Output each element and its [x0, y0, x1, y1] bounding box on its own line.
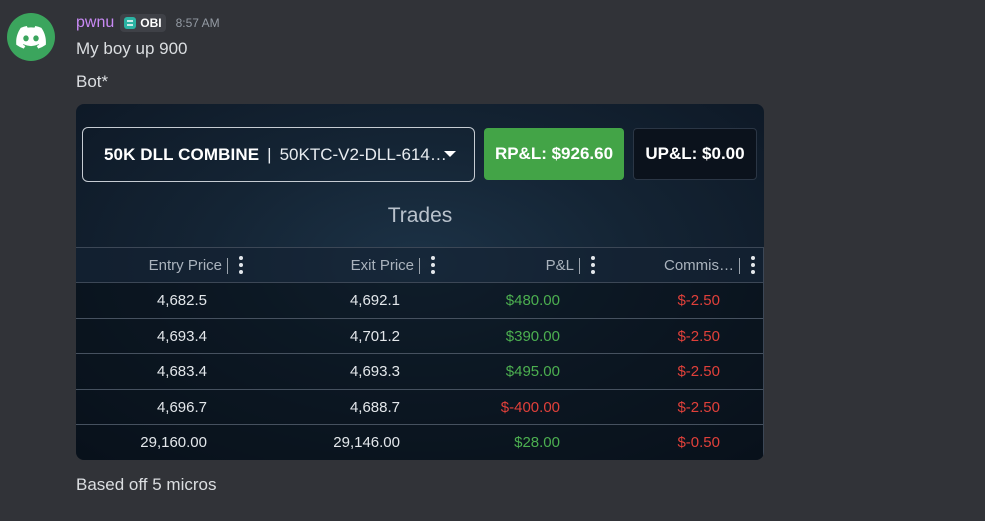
pnl-value: $-400.00: [500, 398, 560, 416]
column-divider[interactable]: [578, 258, 580, 274]
message-line: Based off 5 micros: [76, 475, 217, 494]
column-label: P&L: [545, 257, 574, 274]
column-header-commission[interactable]: Commis…: [608, 248, 764, 283]
account-selector[interactable]: 50K DLL COMBINE | 50KTC-V2-DLL-614…: [82, 127, 475, 182]
entry-price: 29,160.00: [140, 434, 207, 451]
timestamp: 8:57 AM: [175, 16, 220, 30]
table-row[interactable]: 4,683.4 4,693.3 $495.00 $-2.50: [76, 354, 763, 390]
trades-table: Entry Price Exit Price P&L Commis… 4,682…: [76, 247, 763, 460]
column-divider[interactable]: [738, 258, 740, 274]
unrealized-pnl-button[interactable]: UP&L: $0.00: [633, 128, 757, 180]
pnl-value: $480.00: [505, 292, 560, 309]
account-name: 50K DLL COMBINE: [104, 144, 260, 164]
avatar[interactable]: [7, 13, 55, 61]
column-label: Entry Price: [148, 257, 222, 274]
column-header-pnl[interactable]: P&L: [448, 248, 608, 283]
exit-price: 4,692.1: [349, 292, 400, 309]
entry-price: 4,682.5: [156, 292, 207, 309]
commission-value: $-2.50: [677, 292, 720, 309]
exit-price: 4,701.2: [349, 327, 400, 345]
commission-value: $-2.50: [677, 398, 720, 416]
entry-price: 4,683.4: [156, 363, 207, 380]
column-header-exit-price[interactable]: Exit Price: [256, 248, 448, 283]
column-header-entry-price[interactable]: Entry Price: [76, 248, 256, 283]
commission-value: $-2.50: [677, 327, 720, 345]
entry-price: 4,696.7: [156, 398, 207, 416]
column-menu-icon[interactable]: [239, 256, 243, 276]
commission-value: $-2.50: [677, 363, 720, 380]
server-tag[interactable]: OBI: [120, 14, 166, 32]
exit-price: 29,146.00: [333, 434, 400, 451]
table-row[interactable]: 4,682.5 4,692.1 $480.00 $-2.50: [76, 283, 763, 319]
exit-price: 4,693.3: [349, 363, 400, 380]
commission-value: $-0.50: [677, 434, 720, 451]
trades-screenshot[interactable]: 50K DLL COMBINE | 50KTC-V2-DLL-614… RP&L…: [76, 104, 764, 460]
column-label: Exit Price: [350, 257, 414, 274]
message-line: My boy up 900: [76, 39, 188, 58]
column-menu-icon[interactable]: [751, 256, 755, 276]
entry-price: 4,693.4: [156, 327, 207, 345]
exit-price: 4,688.7: [349, 398, 400, 416]
realized-pnl-button[interactable]: RP&L: $926.60: [484, 128, 624, 180]
discord-logo-icon: [16, 25, 46, 49]
username[interactable]: pwnu: [76, 14, 114, 32]
message-line: Bot*: [76, 72, 109, 91]
column-menu-icon[interactable]: [431, 256, 435, 276]
table-row[interactable]: 29,160.00 29,146.00 $28.00 $-0.50: [76, 425, 763, 460]
account-id: 50KTC-V2-DLL-614…: [279, 144, 447, 164]
table-right-border: [763, 247, 764, 460]
tag-text: OBI: [140, 16, 162, 30]
pnl-value: $390.00: [505, 327, 560, 345]
separator: |: [267, 144, 272, 164]
column-divider[interactable]: [418, 258, 420, 274]
tag-badge-icon: [124, 17, 137, 29]
table-header: Entry Price Exit Price P&L Commis…: [76, 248, 763, 283]
column-label: Commis…: [664, 257, 734, 274]
pnl-value: $28.00: [514, 434, 560, 451]
trades-title: Trades: [387, 204, 453, 227]
message-header: pwnu OBI 8:57 AM: [76, 12, 220, 34]
table-row[interactable]: 4,696.7 4,688.7 $-400.00 $-2.50: [76, 389, 763, 425]
column-menu-icon[interactable]: [591, 256, 595, 276]
pnl-value: $495.00: [505, 363, 560, 380]
table-row[interactable]: 4,693.4 4,701.2 $390.00 $-2.50: [76, 318, 763, 354]
chevron-down-icon: [444, 151, 456, 157]
column-divider[interactable]: [226, 258, 228, 274]
